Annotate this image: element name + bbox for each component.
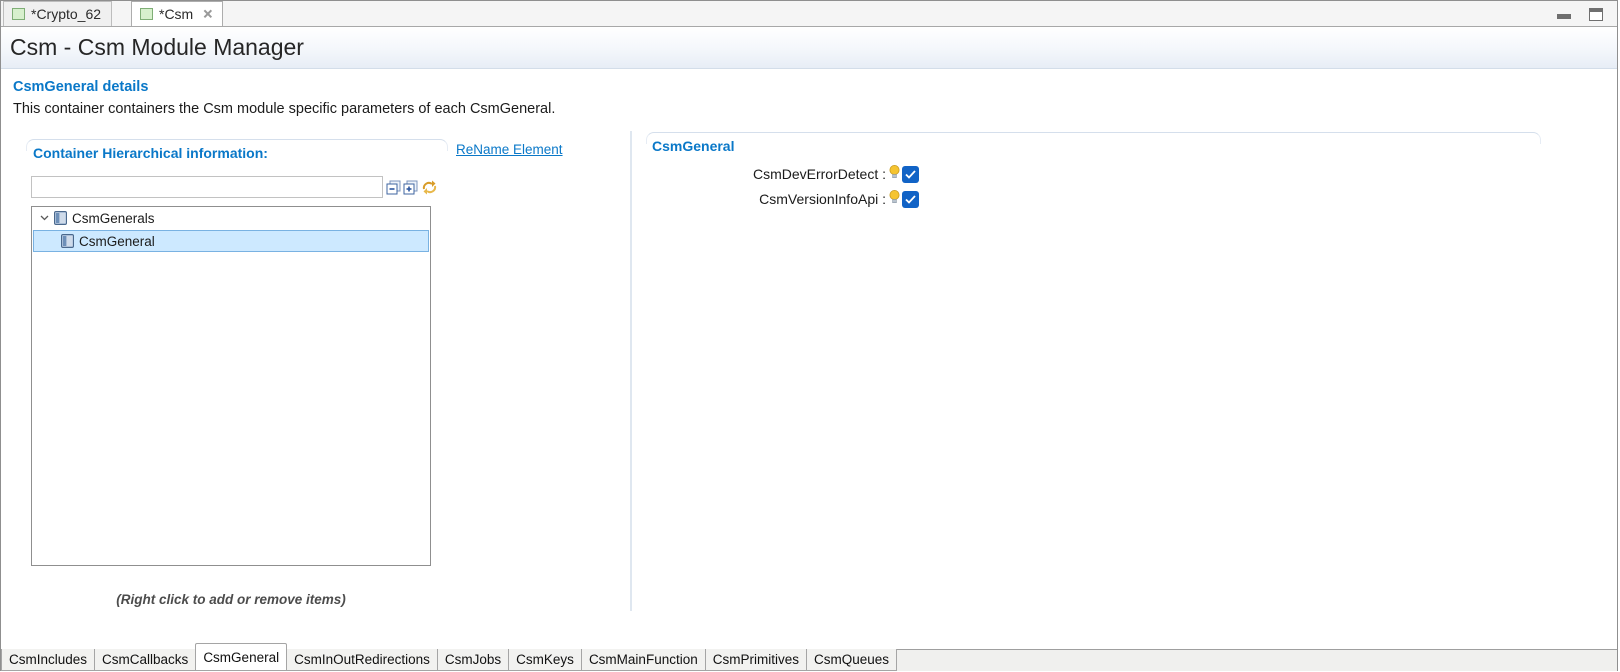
chevron-down-icon[interactable] (40, 215, 50, 221)
form-header-band: Csm - Csm Module Manager (1, 27, 1617, 69)
editor-tab-crypto62[interactable]: *Crypto_62 (3, 1, 112, 26)
hierarchy-tree: CsmGenerals CsmGeneral (31, 206, 431, 566)
editor-tabbar: *Crypto_62 *Csm ❌︎ (1, 1, 1617, 27)
editor-file-icon (140, 8, 153, 20)
right-section-title: CsmGeneral (652, 138, 734, 154)
param-label: CsmVersionInfoApi : (646, 191, 886, 207)
editor-tab-label: *Crypto_62 (31, 6, 101, 22)
details-description: This container containers the Csm module… (13, 101, 555, 117)
tab-label: CsmQueues (814, 652, 889, 667)
container-icon (54, 211, 67, 225)
tab-csmkeys[interactable]: CsmKeys (508, 649, 582, 671)
lightbulb-icon (889, 189, 900, 210)
tree-filter-input[interactable] (31, 176, 383, 198)
tab-label: CsmJobs (445, 652, 501, 667)
refresh-icon[interactable] (421, 179, 437, 195)
tree-row-csmgenerals[interactable]: CsmGenerals (32, 207, 430, 229)
tab-csmjobs[interactable]: CsmJobs (437, 649, 509, 671)
param-row-csmdeverrordetect: CsmDevErrorDetect : (646, 164, 919, 184)
close-icon[interactable]: ❌︎ (203, 8, 212, 20)
checkbox-checked[interactable] (902, 166, 919, 183)
tab-csmmainfunction[interactable]: CsmMainFunction (581, 649, 706, 671)
collapse-all-icon[interactable] (386, 180, 402, 196)
tab-label: CsmIncludes (9, 652, 87, 667)
tab-csmqueues[interactable]: CsmQueues (806, 649, 897, 671)
page-title: Csm - Csm Module Manager (10, 34, 304, 61)
tab-label: CsmCallbacks (102, 652, 188, 667)
editor-file-icon (12, 8, 25, 20)
tab-label: CsmInOutRedirections (294, 652, 430, 667)
tab-csmprimitives[interactable]: CsmPrimitives (705, 649, 807, 671)
editor-tab-label: *Csm (159, 6, 193, 22)
maximize-icon[interactable] (1589, 8, 1603, 21)
container-icon (61, 234, 74, 248)
tree-row-csmgeneral[interactable]: CsmGeneral (33, 230, 429, 252)
param-row-csmversioninfoapi: CsmVersionInfoApi : (646, 189, 919, 209)
tab-csmgeneral[interactable]: CsmGeneral (195, 643, 287, 671)
checkbox-checked[interactable] (902, 191, 919, 208)
tab-label: CsmGeneral (203, 650, 279, 665)
rename-element-link[interactable]: ReName Element (456, 142, 563, 157)
tab-csminoutredirections[interactable]: CsmInOutRedirections (286, 649, 438, 671)
app-window: *Crypto_62 *Csm ❌︎ Csm - Csm Module Mana… (0, 0, 1618, 671)
view-controls (1557, 8, 1603, 21)
bottom-tabs: CsmIncludes CsmCallbacks CsmGeneral CsmI… (1, 643, 897, 671)
details-section-title: CsmGeneral details (13, 79, 148, 95)
tab-csmincludes[interactable]: CsmIncludes (1, 649, 95, 671)
tree-node-label: CsmGenerals (72, 211, 155, 226)
left-section-title: Container Hierarchical information: (33, 145, 268, 161)
minimize-icon[interactable] (1557, 14, 1571, 19)
tree-hint-text: (Right click to add or remove items) (31, 592, 431, 607)
expand-all-icon[interactable] (403, 180, 419, 196)
lightbulb-icon (889, 164, 900, 185)
tab-label: CsmKeys (516, 652, 574, 667)
tree-node-label: CsmGeneral (79, 234, 155, 249)
tab-label: CsmPrimitives (713, 652, 799, 667)
editor-tab-csm[interactable]: *Csm ❌︎ (131, 1, 223, 26)
tab-label: CsmMainFunction (589, 652, 698, 667)
param-label: CsmDevErrorDetect : (646, 166, 886, 182)
tab-csmcallbacks[interactable]: CsmCallbacks (94, 649, 196, 671)
right-section-edge (646, 132, 1541, 144)
panel-divider (630, 131, 632, 611)
